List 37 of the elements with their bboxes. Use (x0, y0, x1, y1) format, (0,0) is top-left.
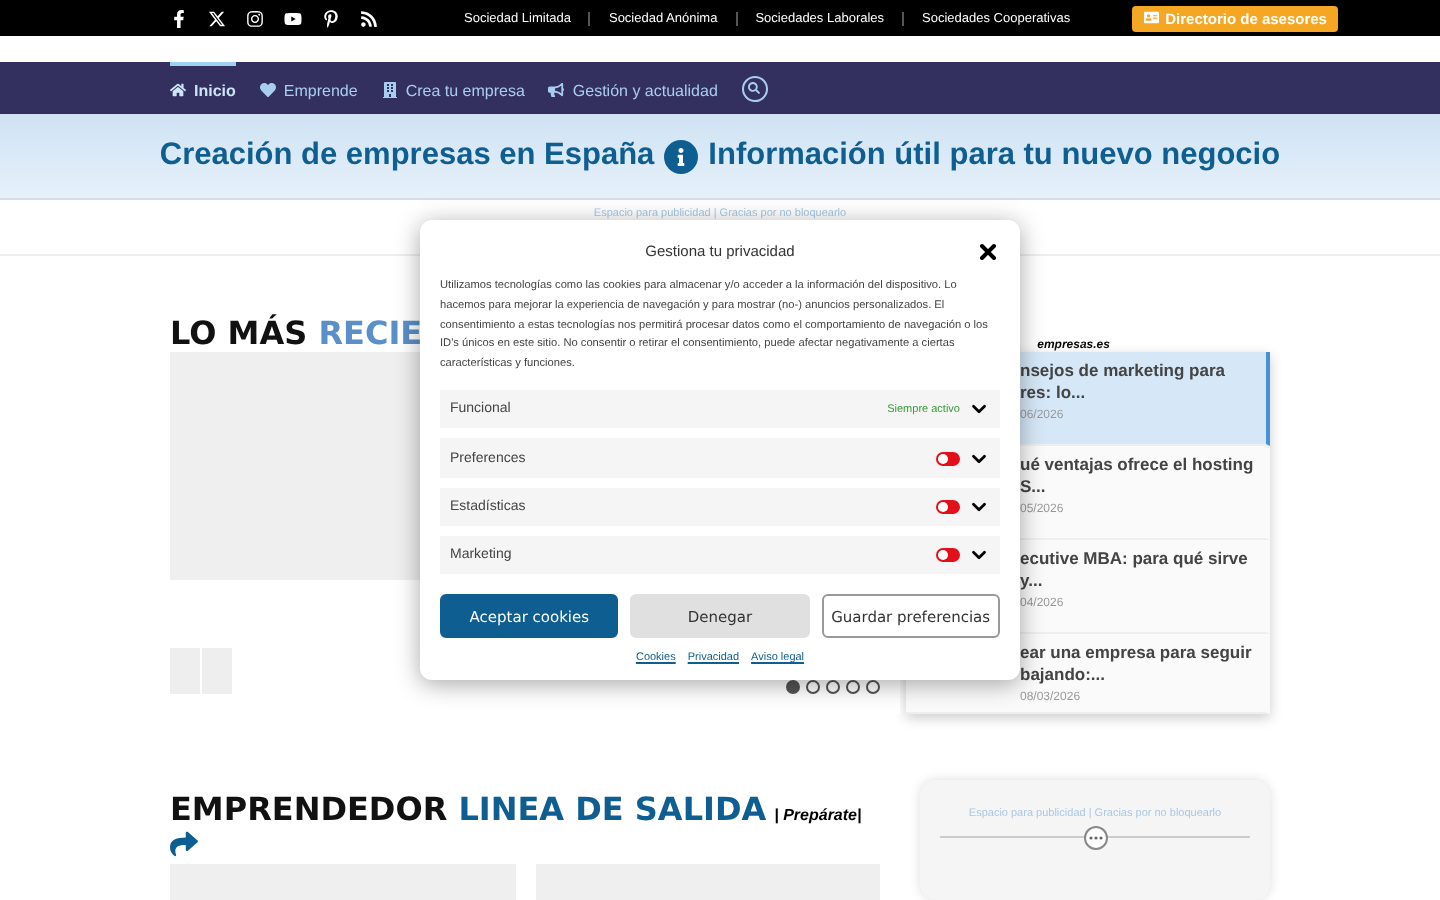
nav-link[interactable]: Crea tu empresa (381, 62, 525, 114)
heart-icon (259, 82, 276, 98)
nav-link[interactable]: Emprende (259, 62, 358, 114)
pinterest-icon[interactable] (322, 9, 340, 27)
toggle-switch[interactable] (936, 547, 960, 562)
article-title: ué ventajas ofrece el hosting S... (1020, 454, 1254, 498)
info-icon (664, 139, 699, 173)
nav-link[interactable]: Gestión y actualidad (548, 62, 718, 114)
close-button[interactable] (976, 240, 1000, 264)
article-title: ear una empresa para seguir bajando:... (1020, 642, 1254, 686)
search-button[interactable] (741, 75, 768, 101)
building-icon (381, 82, 398, 98)
instagram-icon[interactable] (246, 9, 264, 27)
share-arrow-icon (170, 830, 198, 858)
facebook-icon[interactable] (170, 9, 188, 27)
toggle-switch[interactable] (936, 499, 960, 514)
home-icon (170, 82, 186, 98)
address-card-icon (1144, 10, 1160, 26)
section-heading: EMPRENDEDOR LINEA DE SALIDA (170, 790, 767, 828)
slider-dot[interactable] (826, 680, 840, 694)
more-icon (1083, 825, 1107, 849)
megaphone-icon (548, 82, 565, 98)
slider-dot[interactable] (846, 680, 860, 694)
x-icon[interactable] (208, 9, 226, 27)
slider-dot[interactable] (806, 680, 820, 694)
toggle-switch[interactable] (936, 451, 960, 466)
search-icon (748, 82, 761, 94)
slider-dot[interactable] (786, 680, 800, 694)
youtube-icon[interactable] (284, 9, 302, 27)
section-heading: LO MÁS RECIE (170, 314, 423, 352)
rss-icon[interactable] (360, 9, 378, 27)
section-tag: | Prepárate| (774, 806, 862, 824)
article-title: nsejos de marketing para res: lo... (1020, 360, 1228, 404)
article-title: ecutive MBA: para qué sirve y... (1020, 548, 1250, 592)
hero-subtitle: Información útil para tu nuevo negocio (708, 138, 1281, 174)
hero-title: Creación de empresas en España (159, 138, 655, 174)
slider-dot[interactable] (866, 680, 880, 694)
